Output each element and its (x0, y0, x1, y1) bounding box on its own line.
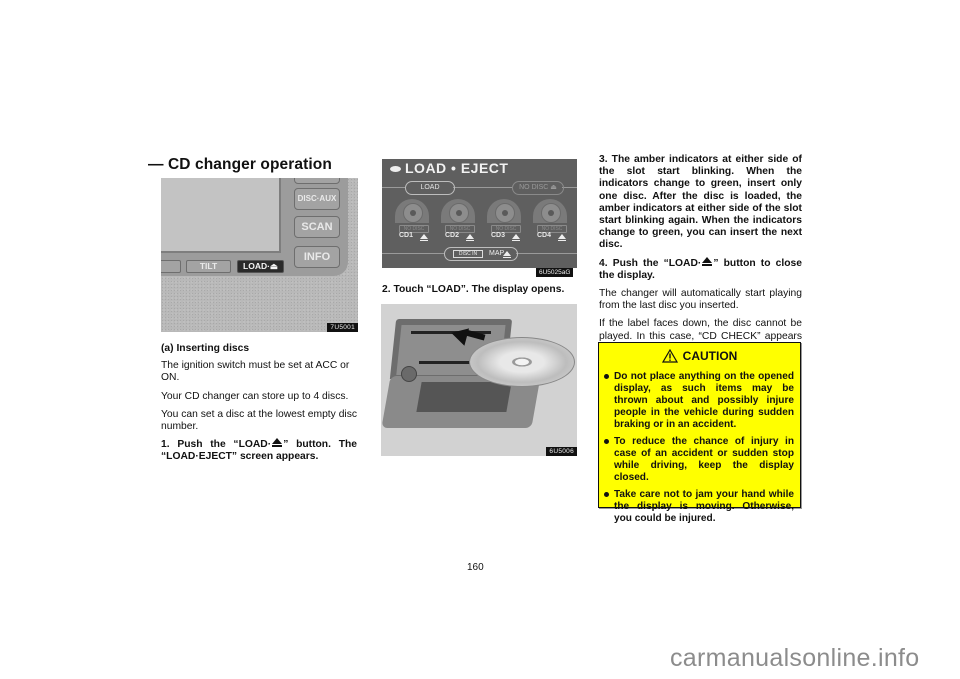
divider (453, 187, 512, 188)
divider (562, 187, 577, 188)
disc-icon (390, 166, 401, 172)
panel-screen (161, 178, 281, 253)
warning-triangle-icon (661, 349, 678, 363)
knob (401, 366, 417, 382)
eject-icon (503, 251, 511, 258)
paragraph: Your CD changer can store up to 4 discs. (161, 390, 349, 402)
cd-icon (495, 203, 515, 223)
load-screen-button: LOAD (405, 181, 455, 195)
cd-icon (403, 203, 423, 223)
paragraph: You can set a disc at the lowest empty d… (161, 408, 357, 433)
figure-label: 6U5025aG (536, 268, 574, 277)
screen-title-text: LOAD • EJECT (405, 160, 509, 176)
step-2: 2. Touch “LOAD”. The display opens. (382, 284, 565, 295)
eject-icon (272, 438, 283, 448)
slot-cd4 (533, 199, 567, 223)
scan-button: SCAN (294, 216, 340, 238)
figure-open-display: 6U5006 (381, 304, 577, 456)
slot-cd1 (395, 199, 429, 223)
tilt-button: TILT (186, 260, 231, 273)
divider (382, 187, 405, 188)
no-disc-top-button: NO DISC ⏏ (512, 181, 564, 195)
slot-name: CD4 (537, 232, 552, 239)
watermark: carmanualsonline.info (670, 644, 920, 672)
eject-icon (558, 234, 566, 241)
column-1: (a) Inserting discs The ignition switch … (161, 343, 357, 470)
display-screen (416, 382, 512, 412)
slot-name: CD3 (491, 232, 506, 239)
eject-icon (702, 256, 713, 266)
eject-icon (466, 234, 474, 241)
info-button: INFO (294, 246, 340, 268)
load-eject-button: LOAD·⏏ (237, 260, 284, 273)
step-text: 4. Push the “LOAD· (599, 257, 702, 269)
slot-name: CD2 (445, 232, 460, 239)
map-label: MAP (489, 250, 505, 257)
cd-icon (541, 203, 561, 223)
step-text: 1. Push the “LOAD· (161, 439, 272, 451)
caution-title: CAUTION (682, 349, 738, 363)
step-4: 4. Push the “LOAD·” button to close the … (599, 256, 802, 282)
compact-disc-icon (469, 337, 575, 387)
step-1: 1. Push the “LOAD·” button. The “LOAD·EJ… (161, 438, 357, 463)
cd-icon (449, 203, 469, 223)
blank-button (161, 260, 181, 273)
subheading-inserting-discs: (a) Inserting discs (161, 343, 250, 354)
figure-load-eject-screen: LOAD • EJECT LOAD NO DISC ⏏ NO DISC NO D… (382, 159, 577, 268)
divider (382, 253, 444, 254)
eject-icon (512, 234, 520, 241)
figure-control-panel: DISC·AUX SCAN INFO TILT LOAD·⏏ 7U5001 (161, 178, 358, 332)
disc-in-map-button: DISC IN MAP (444, 247, 518, 261)
panel-top-button (294, 178, 340, 184)
caution-item: Do not place anything on the opened disp… (603, 371, 794, 431)
divider (516, 253, 577, 254)
caution-item: To reduce the chance of injury in case o… (603, 436, 794, 484)
column-2: 2. Touch “LOAD”. The display opens. (382, 284, 578, 302)
disc-in-indicator: DISC IN (453, 250, 483, 258)
paragraph: The changer will automatically start pla… (599, 288, 802, 312)
slot-name: CD1 (399, 232, 414, 239)
section-title: — CD changer operation (148, 156, 332, 173)
paragraph: The ignition switch must be set at ACC o… (161, 360, 350, 384)
step-3: 3. The amber indicators at either side o… (599, 154, 802, 251)
caution-item: Take care not to jam your hand while the… (603, 489, 794, 525)
screen-title: LOAD • EJECT (390, 160, 508, 176)
eject-icon (420, 234, 428, 241)
slot-cd3 (487, 199, 521, 223)
caution-list: Do not place anything on the opened disp… (599, 371, 800, 525)
figure-label: 6U5006 (546, 447, 577, 456)
caution-box: CAUTION Do not place anything on the ope… (598, 342, 801, 524)
disc-aux-button: DISC·AUX (294, 188, 340, 210)
column-3: 3. The amber indicators at either side o… (599, 154, 802, 361)
caution-header: CAUTION (599, 349, 800, 367)
slot-cd2 (441, 199, 475, 223)
page-number: 160 (467, 562, 484, 573)
figure-label: 7U5001 (327, 323, 358, 332)
